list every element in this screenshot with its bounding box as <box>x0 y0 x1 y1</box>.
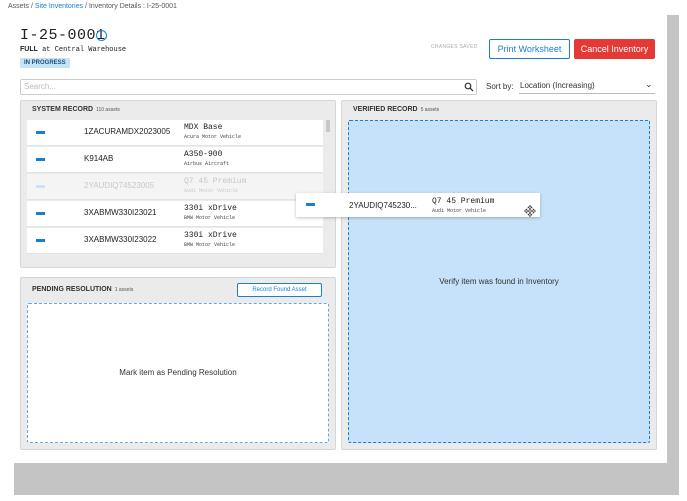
verified-record-heading: VERIFIED RECORD <box>353 106 418 113</box>
system-record-scrollbar[interactable] <box>326 120 330 132</box>
page: Assets / Site Inventories / Inventory De… <box>0 0 667 463</box>
asset-make: Acura Motor Vehicle <box>184 134 242 140</box>
print-worksheet-button[interactable]: Print Worksheet <box>489 39 570 59</box>
remove-icon <box>36 185 45 188</box>
asset-model: 330i xDrive <box>184 231 237 240</box>
dragged-asset-card[interactable]: 2YAUDIQ745230... Q7 45 Premium Audi Moto… <box>296 193 540 217</box>
cancel-inventory-button[interactable]: Cancel Inventory <box>574 39 655 59</box>
asset-vin: 3XABMW330I23022 <box>84 235 157 244</box>
system-record-heading: SYSTEM RECORD <box>32 106 94 113</box>
list-item[interactable]: K914AB A350-900 Airbus Aircraft <box>27 147 323 173</box>
asset-vin: 3XABMW330I23021 <box>84 208 157 217</box>
sort-by-label: Sort by: <box>486 82 514 91</box>
asset-model: A350-900 <box>184 150 223 159</box>
asset-model: 330i xDrive <box>184 204 237 213</box>
sort-select[interactable]: Location (Increasing) ⌄ <box>519 79 655 94</box>
search-input[interactable]: Search... <box>20 79 477 95</box>
breadcrumb-site-inventories[interactable]: Site Inventories <box>35 3 83 10</box>
pending-resolution-title: PENDING RESOLUTION 1 assets <box>32 286 133 293</box>
remove-icon <box>306 203 315 206</box>
verified-record-dropzone[interactable]: Verify item was found in Inventory <box>348 120 650 443</box>
list-item[interactable]: 3XABMW330I23021 330i xDrive BMW Motor Ve… <box>27 201 323 227</box>
changes-saved-indicator: CHANGES SAVED <box>431 44 478 50</box>
asset-vin: K914AB <box>84 154 114 163</box>
breadcrumb-assets[interactable]: Assets <box>8 3 29 10</box>
remove-icon[interactable] <box>36 131 45 134</box>
asset-make: Audi Motor Vehicle <box>432 208 487 214</box>
remove-icon[interactable] <box>36 212 45 215</box>
asset-make: BMW Motor Vehicle <box>184 242 236 248</box>
page-shadow-bottom <box>14 463 678 495</box>
search-icon[interactable] <box>464 82 474 92</box>
subtitle-at: at <box>37 46 55 54</box>
inventory-subtitle: FULL at Central Warehouse <box>20 46 126 54</box>
pending-resolution-heading: PENDING RESOLUTION <box>32 286 112 293</box>
verified-record-count: 5 assets <box>420 107 440 113</box>
list-item[interactable]: 1ZACURAMDX2023005 MDX Base Acura Motor V… <box>27 120 323 146</box>
asset-model: MDX Base <box>184 123 223 132</box>
sort-value: Location (Increasing) <box>520 81 595 90</box>
record-found-asset-button[interactable]: Record Found Asset <box>237 283 322 297</box>
asset-vin: 2YAUDIQ74523005 <box>84 181 155 190</box>
asset-model: Q7 45 Premium <box>184 177 247 186</box>
system-record-list[interactable]: 1ZACURAMDX2023005 MDX Base Acura Motor V… <box>27 120 323 257</box>
inventory-type: FULL <box>20 46 38 53</box>
asset-model: Q7 45 Premium <box>432 197 495 206</box>
breadcrumb-current: Inventory Details : I-25-0001 <box>88 3 177 10</box>
asset-make: Airbus Aircraft <box>184 161 230 167</box>
pending-resolution-dropzone[interactable]: Mark item as Pending Resolution <box>27 303 329 443</box>
asset-vin: 1ZACURAMDX2023005 <box>84 127 171 136</box>
breadcrumb: Assets / Site Inventories / Inventory De… <box>8 3 177 10</box>
search-placeholder: Search... <box>24 82 57 91</box>
asset-make: BMW Motor Vehicle <box>184 215 236 221</box>
pending-dropzone-text: Mark item as Pending Resolution <box>119 368 237 377</box>
inventory-location: Central Warehouse <box>54 46 127 54</box>
asset-vin: 2YAUDIQ745230... <box>349 201 417 210</box>
verified-record-title: VERIFIED RECORD 5 assets <box>353 106 439 113</box>
list-item-dragging-placeholder: 2YAUDIQ74523005 Q7 45 Premium Audi Motor… <box>27 174 323 200</box>
status-badge: IN PROGRESS <box>20 58 70 68</box>
remove-icon[interactable] <box>36 158 45 161</box>
info-icon[interactable]: i <box>96 30 107 41</box>
pending-resolution-count: 1 assets <box>114 287 134 293</box>
chevron-down-icon: ⌄ <box>645 79 653 89</box>
system-record-title: SYSTEM RECORD 110 assets <box>32 106 120 113</box>
move-icon[interactable] <box>524 205 536 217</box>
page-title: I-25-0001 <box>20 27 106 44</box>
list-item[interactable]: 3XABMW330I23022 330i xDrive BMW Motor Ve… <box>27 228 323 254</box>
remove-icon[interactable] <box>36 239 45 242</box>
asset-make: Audi Motor Vehicle <box>184 188 239 194</box>
system-record-count: 110 assets <box>96 107 120 113</box>
verified-dropzone-text: Verify item was found in Inventory <box>439 277 559 286</box>
page-shadow-right <box>666 15 679 495</box>
